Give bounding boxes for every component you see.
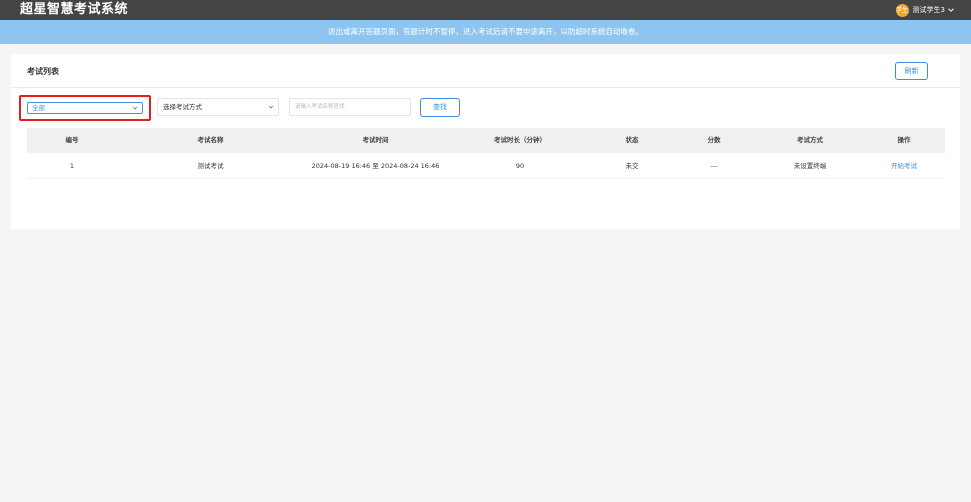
start-exam-link[interactable]: 开始考试 [863,153,945,178]
column-header: 状态 [625,136,639,144]
exam-score: --- [710,162,718,170]
search-input[interactable] [289,98,411,116]
status-select[interactable]: 全部 [27,102,143,114]
status-select-highlight: 全部 [19,95,151,121]
panel-title: 考试列表 [27,67,59,76]
avatar: 学生 [895,3,909,17]
exam-name: 测试考试 [197,162,224,170]
exam-duration: 90 [515,162,525,170]
table-row: 1 测试考试 2024-08-19 16:46 至 2024-08-24 16:… [27,153,945,179]
exam-time: 2024-08-19 16:46 至 2024-08-24 16:46 [311,162,440,170]
chevron-down-icon [948,8,954,12]
status-select-value: 全部 [32,104,45,112]
exam-mode-select[interactable]: 选择考试方式 [157,98,279,116]
table-header: 编号 考试名称 考试时间 考试时长（分钟） 状态 分数 考试方式 操作 [27,128,945,153]
column-header: 操作 [897,136,911,144]
chevron-down-icon [268,105,274,109]
user-menu[interactable]: 学生 测试学生3 [895,3,955,17]
column-header: 编号 [65,136,79,144]
exam-table: 编号 考试名称 考试时间 考试时长（分钟） 状态 分数 考试方式 操作 1 测试… [27,128,945,179]
chevron-down-icon [132,106,138,110]
exam-mode: 未设置终端 [793,162,827,170]
divider [11,87,960,88]
top-bar: 超星智慧考试系统 学生 测试学生3 [0,0,971,20]
user-name: 测试学生3 [912,6,945,14]
search-button[interactable]: 查找 [420,98,460,117]
exam-id: 1 [69,162,75,170]
column-header: 考试名称 [197,136,224,144]
column-header: 分数 [707,136,721,144]
notice-banner: 退出或离开答题页面，答题计时不暂停，进入考试后请不要中途离开，以防超时系统自动收… [0,20,971,44]
app-title: 超星智慧考试系统 [20,2,129,17]
exam-status: 未交 [625,162,639,170]
exam-mode-select-value: 选择考试方式 [163,103,202,111]
column-header: 考试方式 [797,136,823,144]
column-header: 考试时间 [362,136,389,144]
exam-list-panel: 考试列表 刷新 全部 选择考试方式 查找 编号 考试名称 考试时间 考试时长（分… [11,54,960,229]
column-header: 考试时长（分钟） [494,136,546,144]
refresh-button[interactable]: 刷新 [895,62,928,80]
